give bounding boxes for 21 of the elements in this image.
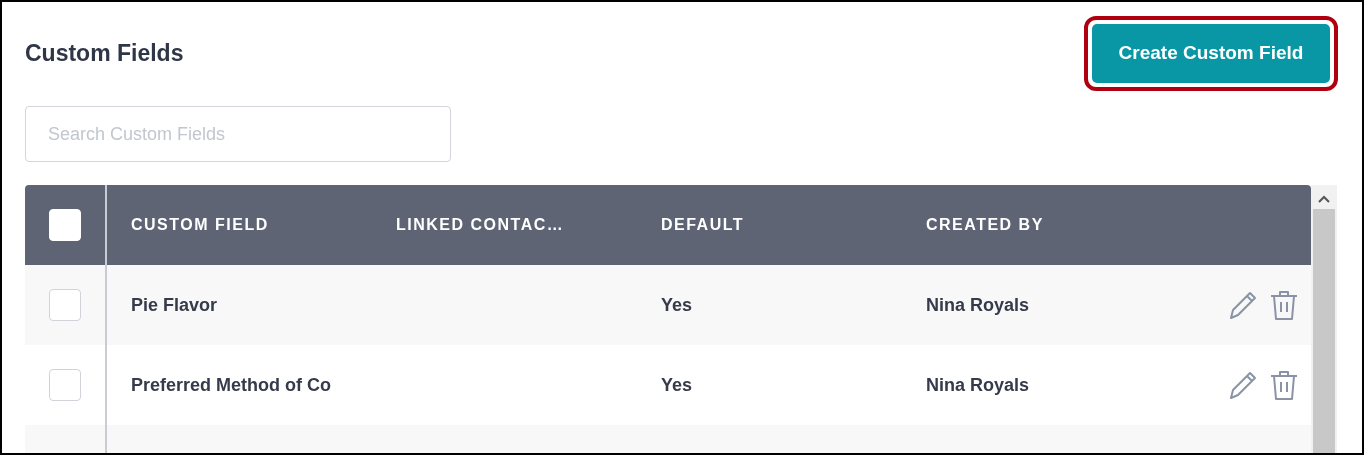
create-custom-field-button[interactable]: Create Custom Field [1092, 23, 1330, 83]
search-field[interactable]: Search Custom Fields [25, 106, 451, 162]
page-title: Custom Fields [25, 39, 184, 67]
pencil-icon[interactable] [1227, 289, 1259, 321]
pencil-icon[interactable] [1227, 369, 1259, 401]
row-checkbox[interactable] [49, 289, 81, 321]
table-cell: Preferred Method of Co [131, 374, 331, 395]
column-header[interactable]: CREATED BY [902, 216, 1167, 234]
table-cell: Nina Royals [926, 374, 1030, 395]
select-all-checkbox[interactable] [49, 209, 81, 241]
trash-icon[interactable] [1269, 289, 1299, 321]
row-checkbox[interactable] [49, 369, 81, 401]
scrollbar[interactable] [1311, 185, 1337, 453]
table-cell: Yes [661, 374, 693, 395]
table-cell: Nina Royals [926, 294, 1030, 315]
trash-icon[interactable] [1269, 369, 1299, 401]
column-header[interactable]: LINKED CONTAC… [372, 216, 637, 234]
table-cell: Pie Flavor [131, 294, 218, 315]
column-header[interactable]: DEFAULT [637, 216, 902, 234]
column-header[interactable]: CUSTOM FIELD [107, 216, 372, 234]
table-cell: Yes [661, 294, 693, 315]
